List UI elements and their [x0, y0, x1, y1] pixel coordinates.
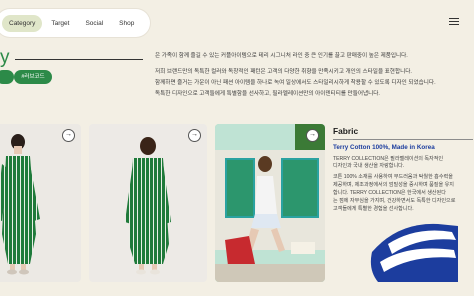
model-camper-van-image: [215, 124, 325, 282]
fabric-divider: [333, 139, 473, 140]
arrow-right-icon[interactable]: →: [188, 129, 201, 142]
top-nav: Category Target Social Shop: [0, 9, 150, 37]
nav-category[interactable]: Category: [2, 14, 43, 32]
fabric-title: Fabric: [333, 126, 359, 136]
intro-text-line: 저희 브랜드만의 독특한 컬러와 독창적인 패턴은 고객의 다양한 취향을 만족…: [155, 69, 412, 75]
fabric-text-line: 는 점에 자부심을 가지며, 건강하면서도 독특한 디자인으로: [333, 198, 456, 204]
model-robe-back-image: [125, 137, 171, 275]
fabric-text-line: 고객들에게 특별한 경험을 선사합니다.: [333, 206, 414, 212]
product-card[interactable]: →: [0, 124, 81, 282]
nav-shop[interactable]: Shop: [112, 15, 141, 32]
section-heading-partial: y: [0, 47, 10, 68]
fabric-text-line: 합니다. TERRY COLLECTION은 한국에서 생산된다: [333, 190, 446, 196]
intro-text-line: 은 가족이 함께 즐길 수 있는 커플아이템으로 테리 시그니처 라인 중 큰 …: [155, 53, 408, 59]
arrow-right-icon[interactable]: →: [62, 129, 75, 142]
hashtag-chip[interactable]: [0, 70, 14, 84]
product-card[interactable]: →: [89, 124, 207, 282]
heading-divider: [15, 59, 143, 60]
arrow-right-icon[interactable]: →: [306, 129, 319, 142]
fabric-text-line: TERRY COLLECTION은 필라멜레이션의 독자적인: [333, 156, 444, 162]
fabric-subtitle: Terry Cotton 100%, Made in Korea: [333, 144, 435, 151]
product-card[interactable]: →: [215, 124, 325, 282]
nav-social[interactable]: Social: [78, 15, 110, 32]
intro-text-line: 함께하면 즐거는 가운이 아닌 패션 아이템을 하나로 녹여 일상에서도 스타일…: [155, 80, 436, 86]
hashtag-chip[interactable]: #러브코드: [14, 70, 52, 84]
model-robe-front-image: [0, 134, 40, 275]
intro-text-line: 독특한 디자인으로 고객들에게 특별함을 선사하고, 필라멜레이션만의 아이덴티…: [155, 91, 380, 97]
menu-icon[interactable]: [449, 18, 459, 26]
fabric-swatch-image: [368, 222, 458, 282]
fabric-text-line: 코튼 100% 소재를 사용하여 부드러움과 탁월한 흡수력을: [333, 174, 453, 180]
fabric-text-line: 제공하며, 제조과정에서의 엄밀성을 중시하며 품질을 유지: [333, 182, 454, 188]
fabric-text-line: 디자인과 국내 생산을 자랑합니다.: [333, 163, 405, 169]
nav-target[interactable]: Target: [44, 15, 76, 32]
